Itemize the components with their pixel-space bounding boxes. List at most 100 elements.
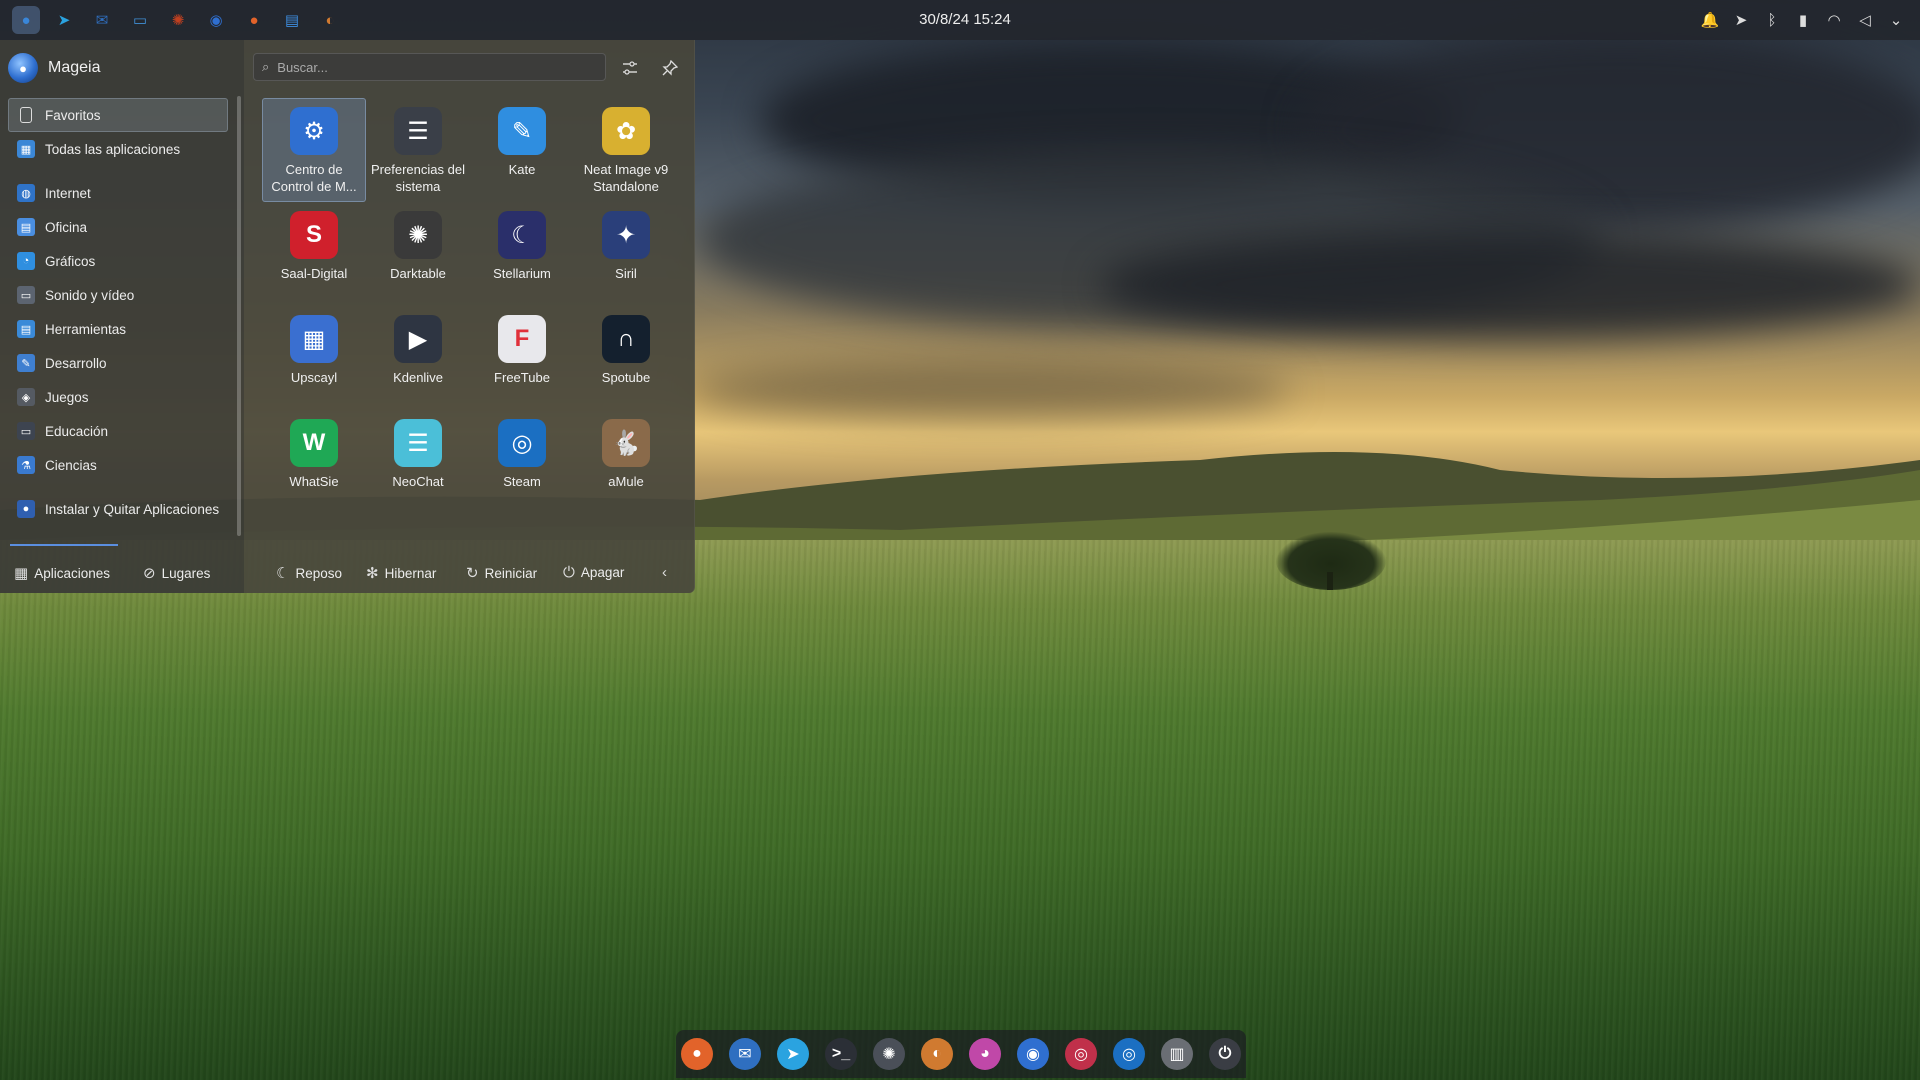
app-label: NeoChat — [392, 474, 444, 489]
category-label: Sonido y vídeo — [45, 287, 135, 303]
terminal-dock-icon[interactable]: >_ — [825, 1038, 857, 1070]
pin-icon — [662, 60, 678, 76]
app-tile[interactable]: F FreeTube — [470, 306, 574, 410]
avatar[interactable]: ● — [8, 53, 38, 83]
category-item[interactable]: Favoritos — [8, 98, 228, 132]
mageia-control-dock-icon[interactable]: ◉ — [1017, 1038, 1049, 1070]
app-tile[interactable]: ✦ Siril — [574, 202, 678, 306]
category-item[interactable]: ⚗ Ciencias — [8, 448, 228, 482]
mageia-launcher-icon[interactable]: ● — [12, 6, 40, 34]
graphics-icon: ◔ — [17, 252, 35, 270]
shutdown-button[interactable]: ⏻ Apagar — [563, 564, 624, 581]
sleep-button[interactable]: ☾ Reposo — [276, 564, 342, 582]
app-tile[interactable]: ◎ Steam — [470, 410, 574, 514]
dolphin-file-manager-icon[interactable]: ▭ — [126, 6, 154, 34]
category-item[interactable]: ◍ Internet — [8, 176, 228, 210]
category-item[interactable]: ▤ Oficina — [8, 210, 228, 244]
category-item[interactable]: ◔ Gráficos — [8, 244, 228, 278]
aperture-dock-icon[interactable]: ✺ — [873, 1038, 905, 1070]
category-separator — [8, 482, 228, 492]
thunderbird-dock-icon[interactable]: ✉ — [729, 1038, 761, 1070]
category-scrollbar[interactable] — [237, 96, 241, 536]
app-tile[interactable]: S Saal-Digital — [262, 202, 366, 306]
app-tile[interactable]: ▶ Kdenlive — [366, 306, 470, 410]
sleep-label: Reposo — [295, 565, 342, 581]
app-tile[interactable]: ∩ Spotube — [574, 306, 678, 410]
app-tile[interactable]: ⚙ Centro de Control de M... — [262, 98, 366, 202]
steam-icon: ◎ — [498, 419, 546, 467]
launcher-user-header[interactable]: ● Mageia — [8, 50, 100, 86]
steam-dock-icon[interactable]: ◎ — [1113, 1038, 1145, 1070]
thunderbird-icon[interactable]: ✉ — [88, 6, 116, 34]
color-picker-dock-icon[interactable]: ◕ — [969, 1038, 1001, 1070]
shutdown-label: Apagar — [580, 565, 625, 580]
category-item[interactable]: ◈ Juegos — [8, 380, 228, 414]
mageia-control-icon[interactable]: ◉ — [202, 6, 230, 34]
applications-tab[interactable]: ▦ Aplicaciones — [14, 564, 110, 582]
telegram-dock-icon[interactable]: ➤ — [777, 1038, 809, 1070]
category-label: Herramientas — [45, 321, 127, 337]
telegram-tray-icon[interactable]: ➤ — [1731, 10, 1751, 30]
app-label: Stellarium — [493, 266, 551, 281]
office-icon: ▤ — [17, 218, 35, 236]
more-options-button[interactable]: ‹ — [662, 564, 667, 581]
chevron-left-circle-icon: ‹ — [662, 564, 667, 581]
install-progress-underline — [10, 544, 118, 546]
wifi-icon[interactable]: ◠ — [1824, 10, 1844, 30]
document-viewer-icon[interactable]: ▤ — [278, 6, 306, 34]
places-tab[interactable]: ⊘ Lugares — [143, 564, 210, 582]
telegram-icon[interactable]: ➤ — [50, 6, 78, 34]
app-label: Siril — [615, 266, 637, 281]
amule-dock-icon[interactable]: ◐ — [921, 1038, 953, 1070]
snowflake-icon: ✻ — [366, 565, 379, 582]
app-tile[interactable]: ✺ Darktable — [366, 202, 470, 306]
app-label: Darktable — [390, 266, 446, 281]
category-item[interactable]: ▤ Herramientas — [8, 312, 228, 346]
app-tile[interactable]: ☰ Preferencias del sistema — [366, 98, 470, 202]
app-tile[interactable]: ▦ Upscayl — [262, 306, 366, 410]
category-item[interactable]: ● Instalar y Quitar Aplicaciones — [8, 492, 228, 526]
upscayl-icon: ▦ — [290, 315, 338, 363]
app-tile[interactable]: ☰ NeoChat — [366, 410, 470, 514]
volume-icon[interactable]: ◁ — [1855, 10, 1875, 30]
pin-launcher-button[interactable] — [657, 55, 683, 81]
amule-icon[interactable]: ◐ — [316, 6, 344, 34]
search-box[interactable]: ⌕ — [253, 53, 606, 81]
app-label: Neat Image v9 Standalone — [583, 162, 669, 194]
neat-image-icon: ✿ — [602, 107, 650, 155]
category-item[interactable]: ✎ Desarrollo — [8, 346, 228, 380]
app-tile[interactable]: ☾ Stellarium — [470, 202, 574, 306]
firefox-dock-icon[interactable]: ● — [681, 1038, 713, 1070]
app-label: Kdenlive — [393, 370, 443, 385]
record-dock-icon[interactable]: ◎ — [1065, 1038, 1097, 1070]
clipboard-dock-icon[interactable]: ▥ — [1161, 1038, 1193, 1070]
favorites-grid: ⚙ Centro de Control de M... ☰ Preferencias … — [262, 98, 682, 514]
clock-label[interactable]: 30/8/24 15:24 — [919, 11, 1011, 28]
category-item[interactable]: ▭ Educación — [8, 414, 228, 448]
darktable-icon[interactable]: ✺ — [164, 6, 192, 34]
chevron-down-icon[interactable]: ⌄ — [1886, 10, 1906, 30]
app-label: Upscayl — [290, 370, 338, 385]
firefox-icon[interactable]: ● — [240, 6, 268, 34]
app-tile[interactable]: W WhatSie — [262, 410, 366, 514]
all-apps-icon: ▦ — [17, 140, 35, 158]
bookmark-icon — [20, 107, 32, 123]
app-tile[interactable]: ✿ Neat Image v9 Standalone — [574, 98, 678, 202]
restart-button[interactable]: ↻ Reiniciar — [466, 564, 537, 582]
app-tile[interactable]: ✎ Kate — [470, 98, 574, 202]
bluetooth-icon[interactable]: ᛒ — [1762, 10, 1782, 30]
darktable-icon: ✺ — [394, 211, 442, 259]
hibernate-button[interactable]: ✻ Hibernar — [366, 564, 436, 582]
hibernate-label: Hibernar — [384, 565, 437, 581]
category-item[interactable]: ▦ Todas las aplicaciones — [8, 132, 228, 166]
app-tile[interactable]: 🐇 aMule — [574, 410, 678, 514]
category-label: Oficina — [45, 219, 88, 235]
category-item[interactable]: ▭ Sonido y vídeo — [8, 278, 228, 312]
configure-launcher-button[interactable] — [617, 55, 643, 81]
power-dock-icon[interactable]: ⏻ — [1209, 1038, 1241, 1070]
restart-label: Reiniciar — [484, 565, 538, 581]
whatsie-icon: W — [290, 419, 338, 467]
search-input[interactable] — [277, 59, 588, 75]
battery-icon[interactable]: ▮ — [1793, 10, 1813, 30]
notifications-icon[interactable]: 🔔 — [1700, 10, 1720, 30]
